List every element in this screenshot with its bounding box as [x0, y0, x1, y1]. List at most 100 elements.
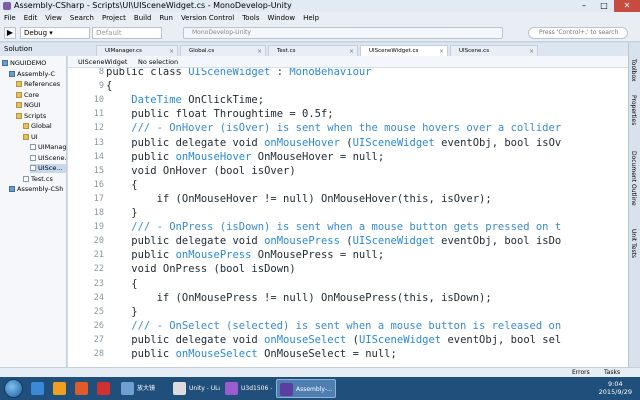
tree-item[interactable]: References	[16, 80, 66, 89]
menu-item-build[interactable]: Build	[134, 12, 152, 24]
start-button[interactable]	[4, 379, 23, 398]
folder-icon	[16, 102, 22, 108]
member-breadcrumb[interactable]: No selection	[138, 56, 178, 68]
menu-item-search[interactable]: Search	[70, 12, 94, 24]
tab-global-cs[interactable]: Global.cs ×	[180, 45, 266, 56]
tab-uiscenewidget-cs[interactable]: UISceneWidget.cs ×	[360, 45, 448, 56]
tree-item[interactable]: UIScene.	[30, 153, 67, 163]
tree-item[interactable]: UI	[23, 132, 66, 142]
project-icon	[9, 186, 15, 192]
menu-item-edit[interactable]: Edit	[24, 12, 38, 24]
menu-bar: File Edit View Search Project Build Run Version…	[0, 12, 640, 24]
clock-time: 9:04	[608, 380, 623, 388]
dock-tab-properties[interactable]: Properties	[630, 95, 637, 125]
tree-item[interactable]: Test.cs	[23, 175, 66, 184]
platform-select[interactable]: Default	[92, 27, 162, 39]
menu-item-window[interactable]: Window	[267, 12, 295, 24]
dock-tab-document-outline[interactable]: Document Outline	[630, 151, 637, 206]
tree-item[interactable]: Core	[16, 90, 66, 100]
tree-item-label: UIManag	[38, 143, 67, 151]
toolbar: ▶ Debug ▾ Default MonoDevelop-Unity Pres…	[0, 24, 640, 42]
tab-strip: Solution UIManager.cs × Global.cs × Test.cs ×…	[0, 43, 628, 56]
line-number: 28	[93, 349, 104, 359]
build-config-value: Debug	[24, 29, 48, 37]
solution-pad-title: Solution	[4, 45, 33, 53]
tree-item-label: Global	[31, 122, 52, 130]
bottom-bar: Errors Tasks	[0, 367, 640, 377]
tree-item[interactable]: NGUI	[16, 101, 66, 110]
app-icon	[225, 382, 238, 395]
app-icon	[280, 383, 293, 396]
menu-item-version-control[interactable]: Version Control	[181, 12, 234, 24]
tree-item[interactable]: UIManag	[30, 143, 67, 152]
tree-item[interactable]: Assembly-C	[9, 69, 66, 79]
project-icon	[2, 60, 8, 66]
tree-item[interactable]: NGUIDEMO	[2, 59, 66, 68]
taskbar-app-button[interactable]	[72, 379, 92, 398]
taskbar-app-button[interactable]: 放大镜	[118, 379, 166, 398]
tab-uimanager-cs[interactable]: UIManager.cs ×	[96, 45, 178, 56]
taskbar-app-button[interactable]: Assembly-...	[276, 379, 336, 398]
tree-item[interactable]: Global	[23, 122, 66, 131]
taskbar-app-label: Assembly-...	[296, 386, 333, 393]
folder-icon	[16, 112, 22, 119]
title-bar: Assembly-CSharp - Scripts\UI\UISceneWidg…	[0, 0, 640, 12]
status-display: MonoDevelop-Unity	[183, 27, 503, 39]
build-config-select[interactable]: Debug ▾	[20, 27, 90, 39]
menu-item-help[interactable]: Help	[303, 12, 319, 24]
tasks-pad-button[interactable]: Tasks	[604, 368, 620, 377]
app-icon	[53, 382, 66, 395]
maximize-button[interactable]: □	[594, 0, 614, 12]
taskbar-app-button[interactable]	[94, 379, 114, 398]
code-editor[interactable]: 8 public class UISceneWidget : MonoBehavi…	[68, 68, 628, 367]
menu-item-file[interactable]: File	[4, 12, 16, 24]
tree-item[interactable]: Assembly-CSh	[9, 185, 66, 194]
tree-item-label: Assembly-C	[17, 69, 56, 78]
tree-item-label: UIScene.	[38, 153, 67, 162]
clock[interactable]: 9:04 2015/9/29	[599, 380, 632, 396]
status-text: MonoDevelop-Unity	[192, 29, 251, 36]
tab-label: UIScene.cs	[459, 48, 490, 54]
tab-test-cs[interactable]: Test.cs ×	[268, 45, 358, 56]
app-icon	[75, 382, 88, 395]
dock-tab-unit-tests[interactable]: Unit Tests	[630, 229, 637, 258]
tree-item-label: UI	[31, 132, 38, 141]
window-title: Assembly-CSharp - Scripts\UI\UISceneWidg…	[14, 1, 292, 10]
editor-breadcrumb: UISceneWidget No selection	[68, 56, 628, 68]
tree-item-label: Core	[24, 90, 40, 99]
folder-icon	[16, 91, 22, 98]
tab-label: UISceneWidget.cs	[369, 48, 419, 54]
taskbar-app-button[interactable]: Unity - ULu...	[170, 379, 220, 398]
app-icon	[31, 382, 44, 395]
folder-icon	[23, 123, 29, 129]
taskbar-app-button[interactable]	[50, 379, 70, 398]
menu-item-tools[interactable]: Tools	[242, 12, 259, 24]
tab-label: Test.cs	[277, 48, 296, 54]
menu-item-run[interactable]: Run	[160, 12, 173, 24]
tree-item-label: UISce...	[38, 164, 63, 172]
menu-item-view[interactable]: View	[45, 12, 62, 24]
search-input[interactable]: Press 'Control+,' to search	[528, 27, 628, 39]
class-breadcrumb[interactable]: UISceneWidget	[78, 56, 127, 68]
file-icon	[30, 165, 36, 171]
code-line: 28 public onMouseSelect OnMouseSelect = …	[68, 346, 628, 362]
folder-icon	[16, 81, 22, 87]
dock-tab-toolbox[interactable]: Toolbox	[630, 59, 637, 82]
tree-item[interactable]: Scripts	[16, 112, 66, 121]
menu-item-project[interactable]: Project	[102, 12, 126, 24]
taskbar-app-button[interactable]: U3d1506 - ...	[222, 379, 274, 398]
tab-label: Global.cs	[189, 48, 215, 54]
app-icon	[121, 382, 134, 395]
monodevelop-app-icon	[3, 2, 11, 10]
close-button[interactable]: ✕	[614, 0, 640, 12]
tab-uiscene-cs[interactable]: UIScene.cs ×	[450, 45, 538, 56]
file-icon	[30, 154, 36, 161]
tree-item-label: Assembly-CSh	[17, 185, 64, 193]
run-icon[interactable]: ▶	[4, 27, 16, 39]
code-text: public onMouseSelect OnMouseSelect = nul…	[131, 348, 397, 360]
minimize-button[interactable]: –	[574, 0, 594, 12]
tree-item[interactable]: UISce...	[30, 164, 66, 173]
clock-date: 2015/9/29	[598, 388, 632, 396]
errors-pad-button[interactable]: Errors	[572, 368, 590, 377]
taskbar-app-button[interactable]	[28, 379, 48, 398]
